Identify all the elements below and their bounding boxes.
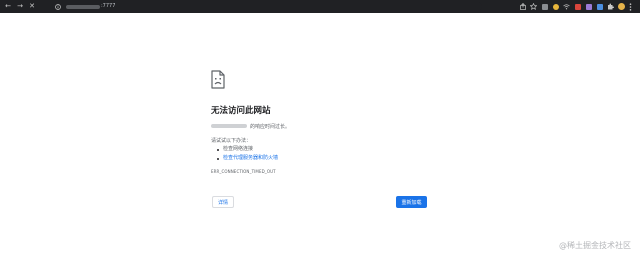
share-icon[interactable] bbox=[517, 0, 528, 13]
host-redacted bbox=[211, 124, 247, 128]
back-button[interactable]: ← bbox=[2, 0, 14, 13]
extension-icon[interactable] bbox=[572, 0, 583, 13]
suggestion-check-proxy-link[interactable]: 检查代理服务器和防火墙 bbox=[217, 154, 278, 163]
wifi-icon[interactable] bbox=[561, 0, 572, 13]
browser-toolbar: ← → ✕ :7777 bbox=[0, 0, 640, 13]
suggestion-text: 检查网络连接 bbox=[223, 146, 254, 152]
avatar[interactable] bbox=[618, 3, 625, 10]
reload-button[interactable]: 重新加载 bbox=[396, 196, 427, 208]
bullet-icon bbox=[217, 148, 219, 151]
suggestion-check-network: 检查网络连接 bbox=[217, 145, 278, 154]
extension-icon[interactable] bbox=[539, 0, 550, 13]
details-button[interactable]: 详情 bbox=[212, 196, 234, 208]
url-port: :7777 bbox=[101, 3, 116, 9]
menu-icon[interactable] bbox=[625, 0, 636, 13]
url-host-redacted bbox=[66, 4, 100, 9]
extension-icon[interactable] bbox=[550, 0, 561, 13]
description-text: 的响应时间过长。 bbox=[250, 123, 291, 130]
forward-button[interactable]: → bbox=[14, 0, 26, 13]
sad-document-icon bbox=[211, 70, 225, 89]
bullet-icon bbox=[217, 157, 219, 160]
error-description: 的响应时间过长。 bbox=[211, 122, 290, 130]
toolbar-actions bbox=[517, 0, 636, 13]
suggestion-link-text[interactable]: 检查代理服务器和防火墙 bbox=[223, 154, 278, 163]
extension-icon[interactable] bbox=[583, 0, 594, 13]
suggestions-heading: 请试试以下办法： bbox=[211, 138, 252, 144]
info-icon[interactable] bbox=[54, 2, 62, 11]
stop-button[interactable]: ✕ bbox=[26, 0, 38, 13]
star-icon[interactable] bbox=[528, 0, 539, 13]
puzzle-icon[interactable] bbox=[605, 0, 616, 13]
page-title: 无法访问此网站 bbox=[211, 106, 271, 116]
watermark: @稀土掘金技术社区 bbox=[559, 241, 631, 250]
address-bar[interactable]: :7777 bbox=[52, 2, 482, 11]
error-code: ERR_CONNECTION_TIMED_OUT bbox=[211, 169, 276, 174]
extension-icon[interactable] bbox=[594, 0, 605, 13]
suggestions-list: 检查网络连接 检查代理服务器和防火墙 bbox=[217, 145, 278, 163]
